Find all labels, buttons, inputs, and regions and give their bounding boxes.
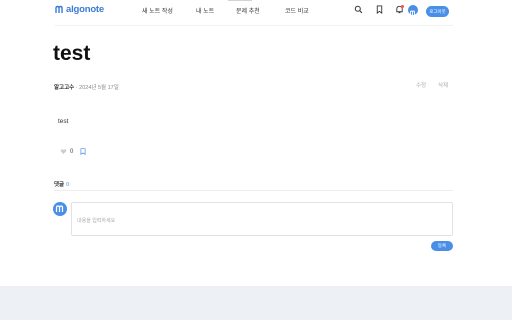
edit-button[interactable]: 수정 bbox=[416, 81, 426, 89]
footer bbox=[0, 286, 512, 320]
comments-title: 댓글 bbox=[54, 182, 65, 188]
avatar[interactable] bbox=[408, 5, 418, 15]
avatar-icon bbox=[410, 10, 415, 15]
nav-active-indicator bbox=[228, 0, 252, 1]
bookmark-post-icon[interactable] bbox=[80, 148, 86, 155]
comments-divider bbox=[54, 190, 453, 191]
nav-problem-recommend[interactable]: 문제 추천 bbox=[236, 6, 260, 15]
comments-count: 0 bbox=[66, 182, 70, 188]
avatar-icon bbox=[55, 205, 64, 212]
top-header: algonote 새 노트 작성 내 노트 문제 추천 코드 비교 로그아웃 bbox=[0, 0, 512, 22]
comments-header: 댓글 0 bbox=[54, 180, 69, 188]
delete-button[interactable]: 삭제 bbox=[438, 81, 448, 89]
page-title: test bbox=[53, 42, 91, 65]
comment-input[interactable] bbox=[71, 202, 453, 236]
nav-new-note[interactable]: 새 노트 작성 bbox=[142, 6, 173, 15]
logo-text: algonote bbox=[66, 4, 104, 15]
post-date: · 2024년 5월 17일 bbox=[75, 85, 119, 91]
like-button[interactable]: 0 bbox=[60, 148, 73, 155]
search-icon[interactable] bbox=[354, 5, 363, 14]
post-content: test bbox=[58, 118, 69, 125]
logo[interactable]: algonote bbox=[55, 4, 104, 15]
bookmark-icon[interactable] bbox=[375, 5, 384, 14]
comment-avatar bbox=[53, 202, 67, 216]
post-meta: 알고고수 · 2024년 5월 17일 bbox=[54, 83, 119, 91]
nav-code-compare[interactable]: 코드 비교 bbox=[285, 6, 309, 15]
logo-mark-icon bbox=[55, 5, 63, 13]
notification-dot bbox=[401, 5, 404, 8]
header-divider bbox=[55, 25, 453, 26]
logout-button[interactable]: 로그아웃 bbox=[426, 6, 449, 17]
author-name[interactable]: 알고고수 bbox=[54, 85, 74, 91]
like-count: 0 bbox=[70, 148, 74, 155]
heart-icon bbox=[60, 149, 67, 154]
comment-submit-button[interactable]: 등록 bbox=[431, 241, 453, 251]
nav-my-notes[interactable]: 내 노트 bbox=[196, 6, 214, 15]
